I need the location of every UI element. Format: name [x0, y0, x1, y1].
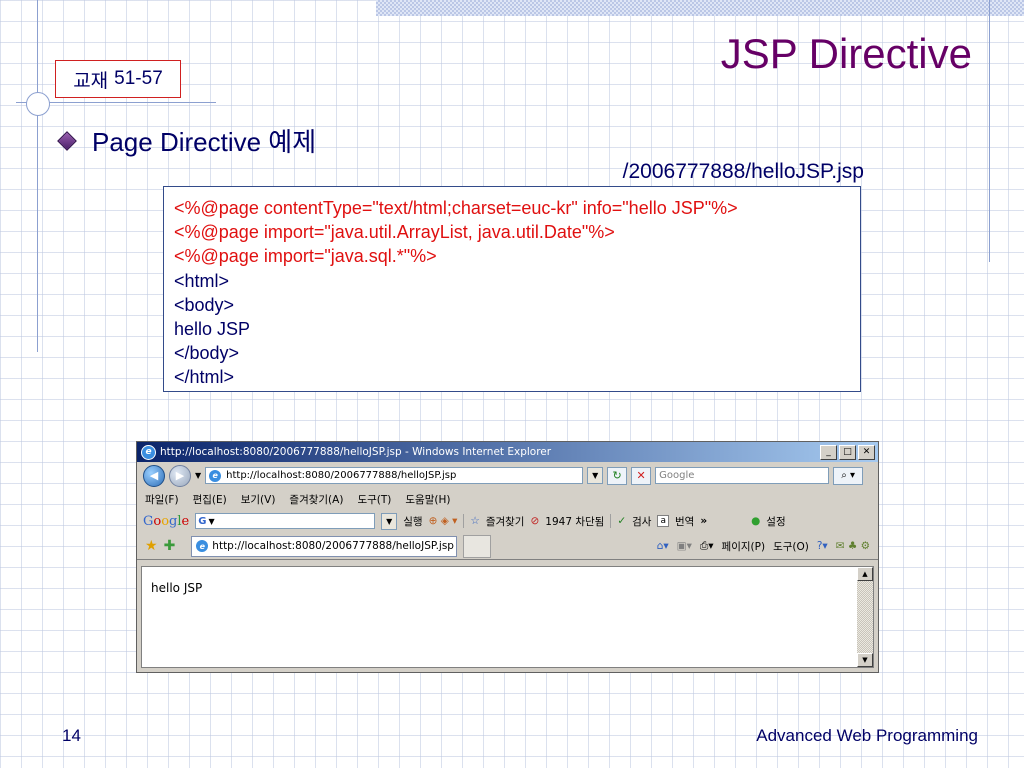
code-line: </html> [174, 367, 235, 388]
bullet-text: Page Directive 예제 [92, 127, 317, 157]
address-dropdown-button[interactable]: ▼ [587, 467, 604, 484]
code-line: hello JSP [174, 319, 251, 340]
bullet-item: Page Directive 예제 [57, 122, 317, 159]
browser-content-area: hello JSP ▲ ▼ [141, 566, 874, 668]
google-bookmarks-button[interactable]: 즐겨찾기 [486, 514, 525, 529]
tab-page-icon: e [196, 540, 209, 552]
google-logo: Google [143, 513, 190, 529]
code-box: <%@page contentType="text/html;charset=e… [163, 186, 861, 392]
right-vertical-line [989, 0, 990, 262]
slide-footer: Advanced Web Programming [756, 726, 978, 745]
tab-title: http://localhost:8080/2006777888/helloJS… [212, 540, 454, 552]
textbook-label: 교재 [73, 70, 109, 92]
translate-icon: a [657, 515, 669, 527]
google-search-box[interactable]: G ▼ [195, 513, 376, 529]
scroll-down-button[interactable]: ▼ [857, 653, 873, 667]
code-line: <body> [174, 294, 235, 315]
vertical-scrollbar[interactable]: ▲ ▼ [857, 567, 873, 667]
menu-help[interactable]: 도움말(H) [405, 492, 450, 507]
menu-edit[interactable]: 편집(E) [193, 492, 227, 507]
stop-button[interactable]: ✕ [631, 466, 652, 485]
address-text: http://localhost:8080/2006777888/helloJS… [226, 470, 457, 481]
favorites-star-icon[interactable]: ★ [145, 538, 158, 554]
google-dropdown-button[interactable]: ▼ [381, 512, 398, 530]
popup-blocker-icon: ⊘ [530, 515, 540, 527]
browser-title-bar: e http://localhost:8080/2006777888/hello… [137, 442, 878, 462]
tab-row: ★ ✚ e http://localhost:8080/2006777888/h… [137, 533, 878, 560]
file-path: /2006777888/helloJSP.jsp [622, 160, 864, 183]
search-input[interactable]: Google [655, 467, 830, 484]
bookmark-star-icon: ☆ [470, 515, 480, 527]
maximize-button[interactable]: □ [839, 445, 856, 460]
spellcheck-icon: ✓ [617, 515, 627, 527]
toolbar-icons[interactable]: ⊕ ◈ ▾ [429, 515, 458, 527]
add-favorites-icon[interactable]: ✚ [164, 538, 176, 554]
search-button[interactable]: ⌕ ▾ [833, 466, 864, 485]
feeds-icon[interactable]: ▣▾ [677, 540, 692, 552]
menu-tools[interactable]: 도구(T) [357, 492, 391, 507]
separator [610, 514, 612, 528]
close-button[interactable]: ✕ [858, 445, 875, 460]
settings-icon: ● [751, 515, 761, 527]
google-toolbar: Google G ▼ ▼ 실행 ⊕ ◈ ▾ ☆ 즐겨찾기 ⊘ 1947 차단됨 ✓… [137, 509, 878, 533]
page-icon: e [209, 469, 222, 482]
print-icon[interactable]: ⎙▾ [700, 540, 714, 553]
code-line: </body> [174, 343, 240, 364]
address-bar-row: ◀ ▶ ▼ e http://localhost:8080/2006777888… [137, 462, 878, 489]
refresh-button[interactable]: ↻ [607, 466, 628, 485]
google-g-icon: G [198, 515, 207, 527]
home-icon[interactable]: ⌂▾ [657, 540, 669, 552]
forward-button[interactable]: ▶ [169, 464, 191, 487]
menu-favorites[interactable]: 즐겨찾기(A) [289, 492, 343, 507]
menu-bar: 파일(F) 편집(E) 보기(V) 즐겨찾기(A) 도구(T) 도움말(H) [137, 489, 878, 509]
top-decorative-band [376, 0, 1024, 16]
textbook-pages: 51-57 [114, 68, 163, 89]
back-button[interactable]: ◀ [143, 464, 165, 487]
window-controls: _ □ ✕ [820, 445, 875, 460]
browser-tab[interactable]: e http://localhost:8080/2006777888/hello… [191, 535, 458, 557]
browser-window-screenshot: e http://localhost:8080/2006777888/hello… [136, 441, 879, 673]
search-placeholder: Google [659, 470, 695, 481]
code-line: <%@page import="java.sql.*"%> [174, 246, 437, 267]
left-vertical-line [37, 0, 38, 352]
google-run-button[interactable]: 실행 [403, 514, 422, 529]
crosshair-ornament [26, 92, 50, 116]
spellcheck-button[interactable]: 검사 [632, 514, 651, 529]
browser-window-title: http://localhost:8080/2006777888/helloJS… [160, 446, 552, 458]
page-menu-button[interactable]: 페이지(P) [722, 539, 766, 554]
help-icon[interactable]: ?▾ [817, 540, 828, 552]
slide-number: 14 [62, 726, 81, 745]
code-line: <html> [174, 270, 230, 291]
popup-blocked-count[interactable]: 1947 차단됨 [545, 514, 604, 529]
scroll-up-button[interactable]: ▲ [857, 567, 873, 581]
more-button[interactable]: » [700, 515, 707, 527]
menu-file[interactable]: 파일(F) [145, 492, 179, 507]
new-tab-button[interactable] [463, 534, 492, 558]
minimize-button[interactable]: _ [820, 445, 837, 460]
settings-button[interactable]: 설정 [766, 514, 785, 529]
tools-menu-button[interactable]: 도구(O) [773, 539, 809, 554]
ie-logo-icon: e [141, 444, 156, 460]
code-line: <%@page import="java.util.ArrayList, jav… [174, 222, 615, 243]
separator [463, 514, 465, 528]
menu-view[interactable]: 보기(V) [241, 492, 276, 507]
address-field[interactable]: e http://localhost:8080/2006777888/hello… [205, 467, 584, 484]
code-line: <%@page contentType="text/html;charset=e… [174, 198, 738, 218]
history-dropdown-icon[interactable]: ▼ [195, 471, 201, 480]
diamond-bullet-icon [57, 130, 77, 151]
page-content-text: hello JSP [151, 581, 203, 595]
command-bar: ⌂▾ ▣▾ ⎙▾ 페이지(P) 도구(O) ?▾ ✉ ♣ ⚙ [657, 539, 878, 554]
textbook-reference-box: 교재 51-57 [55, 60, 181, 98]
extra-icons[interactable]: ✉ ♣ ⚙ [836, 540, 870, 552]
slide-title: JSP Directive [720, 30, 972, 77]
translate-button[interactable]: 번역 [675, 514, 694, 529]
